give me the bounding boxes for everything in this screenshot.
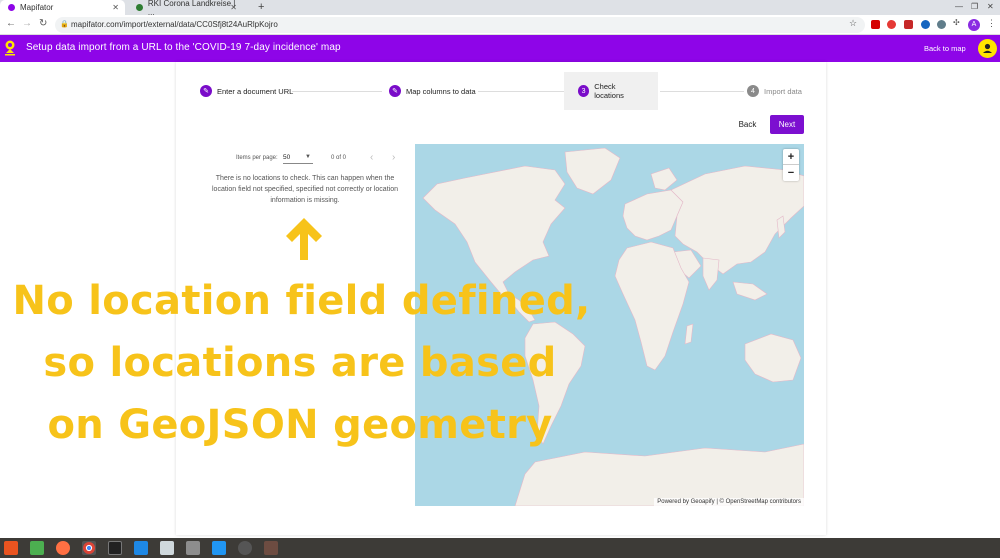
firefox-icon[interactable] <box>56 541 70 555</box>
address-bar-row: ← → ↻ 🔒 mapifator.com/import/external/da… <box>0 15 1000 35</box>
step-label: Enter a document URL <box>217 86 294 96</box>
puzzle-icon[interactable]: ✣ <box>953 18 960 27</box>
user-avatar[interactable] <box>978 39 997 58</box>
annotation-line-2: so locations are based <box>43 340 557 386</box>
url-text: mapifator.com/import/external/data/CC0Sf… <box>71 20 278 29</box>
step-number: 3 <box>578 85 590 97</box>
step-label: Map columns to data <box>406 86 476 96</box>
extension-blue-icon[interactable] <box>921 20 930 29</box>
step-enter-url[interactable]: ✎ Enter a document URL <box>200 72 293 110</box>
import-stepper: ✎ Enter a document URL ✎ Map columns to … <box>176 72 826 110</box>
forward-arrow-icon[interactable]: → <box>22 18 32 29</box>
tab-rki-corona[interactable]: RKI Corona Landkreise | ... ✕ <box>128 0 243 17</box>
chrome-icon[interactable] <box>82 541 96 555</box>
os-taskbar <box>0 538 1000 558</box>
step-import-data[interactable]: 4 Import data <box>747 72 802 110</box>
extension-office-icon[interactable] <box>904 20 913 29</box>
minimize-icon[interactable]: — <box>955 2 963 11</box>
tab-mapifator[interactable]: Mapifator ✕ <box>0 0 125 15</box>
menu-kebab-icon[interactable]: ⋮ <box>987 18 996 29</box>
mapifator-favicon-icon <box>8 4 15 11</box>
step-number: 4 <box>747 85 759 97</box>
next-button[interactable]: Next <box>770 115 804 134</box>
zoom-in-button[interactable]: + <box>783 149 799 165</box>
tab-label: Mapifator <box>20 3 54 12</box>
zoom-control: + − <box>783 149 799 181</box>
restore-icon[interactable]: ❐ <box>971 2 978 11</box>
map-attribution: Powered by Geoapify | © OpenStreetMap co… <box>654 498 804 506</box>
reload-icon[interactable]: ↻ <box>39 18 47 29</box>
chrome-logo-icon <box>83 542 95 554</box>
tools-icon[interactable] <box>30 541 44 555</box>
launcher-icon[interactable] <box>4 541 18 555</box>
rki-favicon-icon <box>136 4 143 11</box>
arrow-up-icon <box>286 218 322 260</box>
page-title: Setup data import from a URL to the 'COV… <box>26 42 341 53</box>
text-editor-icon[interactable] <box>160 541 174 555</box>
profile-avatar[interactable]: A <box>968 19 980 31</box>
zoom-out-button[interactable]: − <box>783 165 799 181</box>
step-connector <box>292 91 382 92</box>
paginator: Items per page: 50 ▼ 0 of 0 ‹ › <box>236 152 416 166</box>
step-check-locations[interactable]: 3 Check locations <box>564 72 658 110</box>
page-range-label: 0 of 0 <box>331 155 347 161</box>
edit-pencil-icon: ✎ <box>200 85 212 97</box>
media-icon[interactable] <box>238 541 252 555</box>
terminal-icon[interactable] <box>108 541 122 555</box>
step-label: Import data <box>764 86 802 96</box>
items-per-page-label: Items per page: <box>236 155 278 161</box>
app-header: Setup data import from a URL to the 'COV… <box>0 35 1000 62</box>
browser-tab-bar: Mapifator ✕ RKI Corona Landkreise | ... … <box>0 0 1000 17</box>
back-to-map-link[interactable]: Back to map <box>924 44 966 53</box>
close-window-icon[interactable]: ✕ <box>987 2 994 11</box>
lock-icon: 🔒 <box>60 21 69 28</box>
annotation-text: No location field defined, so locations … <box>0 270 600 456</box>
url-field[interactable]: 🔒 mapifator.com/import/external/data/CC0… <box>55 17 865 33</box>
extension-red-icon[interactable] <box>871 20 880 29</box>
bookmark-star-icon[interactable]: ☆ <box>849 18 857 29</box>
previous-page-icon[interactable]: ‹ <box>370 152 373 163</box>
step-label: Check locations <box>594 82 624 100</box>
annotation-line-3: on GeoJSON geometry <box>47 402 553 448</box>
extension-gear-icon[interactable] <box>937 20 946 29</box>
next-page-icon[interactable]: › <box>392 152 395 163</box>
annotation-line-1: No location field defined, <box>12 278 591 324</box>
back-button[interactable]: Back <box>732 115 763 134</box>
close-tab-icon[interactable]: ✕ <box>112 3 119 12</box>
step-connector <box>660 91 744 92</box>
back-arrow-icon[interactable]: ← <box>6 18 16 29</box>
new-tab-icon[interactable]: + <box>258 1 264 13</box>
close-tab-icon[interactable]: ✕ <box>230 3 237 12</box>
edit-pencil-icon: ✎ <box>389 85 401 97</box>
step-map-columns[interactable]: ✎ Map columns to data <box>389 72 476 110</box>
map-pin-logo-icon <box>5 40 15 56</box>
extension-circle-icon[interactable] <box>887 20 896 29</box>
dropdown-caret-icon[interactable]: ▼ <box>305 154 311 160</box>
user-icon <box>983 43 992 53</box>
document-icon[interactable] <box>212 541 226 555</box>
vscode-icon[interactable] <box>134 541 148 555</box>
empty-locations-message: There is no locations to check. This can… <box>212 175 398 204</box>
files-icon[interactable] <box>186 541 200 555</box>
step-connector <box>478 91 564 92</box>
feather-icon[interactable] <box>264 541 278 555</box>
